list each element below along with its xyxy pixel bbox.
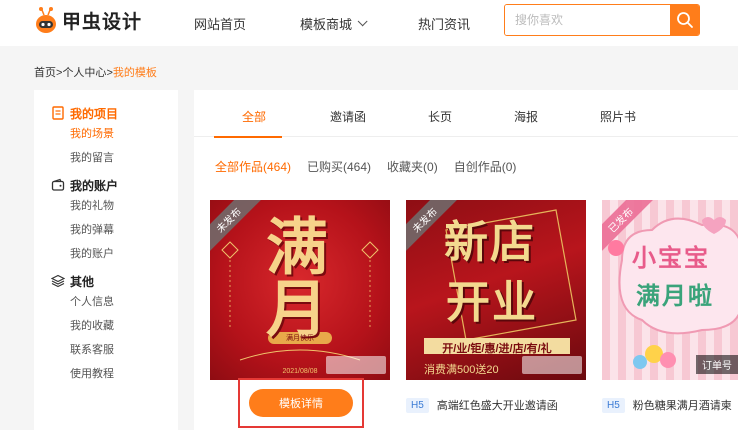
highlight-box: 模板详情 <box>238 378 364 428</box>
sidebar-item-personal-info[interactable]: 个人信息 <box>70 290 178 314</box>
sidebar-item-my-favorites[interactable]: 我的收藏 <box>70 314 178 338</box>
sidebar-item-my-messages[interactable]: 我的留言 <box>70 146 178 170</box>
poster-title-line2: 满月啦 <box>636 283 714 310</box>
chevron-down-icon <box>357 16 368 27</box>
tab-all[interactable]: 全部 <box>242 108 266 125</box>
category-tabs: 全部 邀请函 长页 海报 照片书 <box>194 90 738 138</box>
sidebar-section-projects[interactable]: 我的项目 <box>51 104 178 122</box>
breadcrumb-current: 我的模板 <box>112 67 157 79</box>
document-icon <box>52 106 64 120</box>
main-nav: 网站首页 模板商城 热门资讯 <box>194 14 524 33</box>
template-thumbnail[interactable]: 满月 满月快乐 2021/08/08 未发布 <box>210 200 390 380</box>
nav-hot-news[interactable]: 热门资讯 <box>418 14 470 33</box>
poster-subtitle: 满月快乐 <box>286 335 314 342</box>
sidebar-section-label: 我的账户 <box>70 178 119 193</box>
poster-tagline: 开/业/钜/惠/进/店/有/礼 <box>442 343 552 355</box>
breadcrumb-home[interactable]: 首页 <box>34 67 56 79</box>
sidebar-item-my-scenes[interactable]: 我的场景 <box>70 122 178 146</box>
poster-title: 新店 <box>444 217 536 268</box>
filter-self-created[interactable]: 自创作品(0) <box>454 158 517 175</box>
sidebar-item-tutorial[interactable]: 使用教程 <box>70 362 178 386</box>
brand-logo[interactable]: 甲虫设计 <box>34 6 142 34</box>
layers-icon <box>51 274 65 288</box>
main-panel: 全部 邀请函 长页 海报 照片书 全部作品(464) 已购买(464) 收藏夹(… <box>194 90 738 430</box>
sidebar-section-other[interactable]: 其他 <box>51 272 178 290</box>
top-header: 甲虫设计 网站首页 模板商城 热门资讯 <box>0 0 738 46</box>
breadcrumb-user-center[interactable]: 个人中心 <box>62 67 106 79</box>
search-input[interactable] <box>505 5 670 35</box>
filter-favorites[interactable]: 收藏夹(0) <box>387 158 438 175</box>
brand-name: 甲虫设计 <box>62 11 143 33</box>
order-number-tag: 订单号 <box>696 355 738 374</box>
sidebar-item-contact-support[interactable]: 联系客服 <box>70 338 178 362</box>
template-card[interactable]: 新店 开业 开/业/钜/惠/进/店/有/礼 消费满500送20 未发布 H5 高… <box>406 200 586 430</box>
active-tab-indicator <box>214 136 282 138</box>
template-thumbnail[interactable]: 小宝宝 满月啦 已发布 订单号 <box>602 200 738 380</box>
beetle-logo-icon <box>36 7 56 33</box>
tab-photo-book[interactable]: 照片书 <box>600 108 636 125</box>
wallet-icon <box>51 178 65 191</box>
work-filters: 全部作品(464) 已购买(464) 收藏夹(0) 自创作品(0) <box>215 158 532 175</box>
poster-title-line2: 开业 <box>446 277 538 328</box>
search-button[interactable] <box>670 5 699 35</box>
template-card[interactable]: 小宝宝 满月啦 已发布 订单号 H5 粉色糖果满月酒请柬 <box>602 200 738 430</box>
card-title[interactable]: 粉色糖果满月酒请柬 <box>633 397 732 413</box>
type-badge: H5 <box>406 397 429 413</box>
template-detail-button[interactable]: 模板详情 <box>249 389 353 417</box>
blurred-tag <box>326 356 386 374</box>
breadcrumb: 首页>个人中心>我的模板 <box>34 64 157 80</box>
template-thumbnail[interactable]: 新店 开业 开/业/钜/惠/进/店/有/礼 消费满500送20 未发布 <box>406 200 586 380</box>
sidebar-section-label: 其他 <box>70 274 95 289</box>
filter-all-works[interactable]: 全部作品(464) <box>215 158 291 175</box>
search-box <box>504 4 700 36</box>
sidebar-item-my-account[interactable]: 我的账户 <box>70 242 178 266</box>
nav-template-store-label: 模板商城 <box>300 17 353 32</box>
nav-template-store[interactable]: 模板商城 <box>300 14 368 33</box>
sidebar-section-label: 我的项目 <box>70 106 119 121</box>
nav-home[interactable]: 网站首页 <box>194 14 246 33</box>
card-info: H5 粉色糖果满月酒请柬 <box>602 380 738 430</box>
poster-promo: 消费满500送20 <box>424 364 499 376</box>
filter-purchased[interactable]: 已购买(464) <box>307 158 371 175</box>
tab-long-page[interactable]: 长页 <box>428 108 452 125</box>
card-info: H5 高端红色盛大开业邀请函 <box>406 380 586 430</box>
search-icon <box>676 12 693 28</box>
poster-title: 小宝宝 <box>632 245 710 272</box>
poster-title: 满月 <box>255 214 328 338</box>
card-title[interactable]: 高端红色盛大开业邀请函 <box>437 397 558 413</box>
sidebar-section-account[interactable]: 我的账户 <box>51 176 178 194</box>
tab-invitation[interactable]: 邀请函 <box>330 108 366 125</box>
sidebar-item-my-gifts[interactable]: 我的礼物 <box>70 194 178 218</box>
sidebar: 我的项目 我的场景 我的留言 我的账户 我的礼物 我的弹幕 我的账户 其他 个人… <box>34 90 178 430</box>
tab-poster[interactable]: 海报 <box>514 108 538 125</box>
blurred-tag <box>522 356 582 374</box>
sidebar-item-my-danmaku[interactable]: 我的弹幕 <box>70 218 178 242</box>
type-badge: H5 <box>602 397 625 413</box>
